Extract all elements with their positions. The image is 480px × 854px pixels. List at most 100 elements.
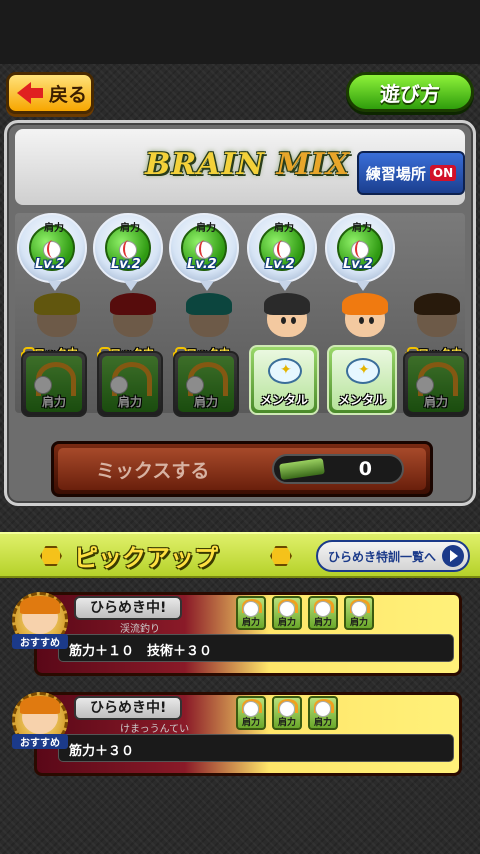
skill-card-label: 肩力: [423, 395, 448, 409]
event-skill-icon: 肩力: [272, 696, 302, 730]
character-eye: [359, 317, 364, 324]
mix-button-label: ミックスする: [96, 460, 210, 482]
event-skill-icon: 肩力: [236, 696, 266, 730]
skill-bubble-level: Lv.2: [343, 257, 373, 272]
brain-mix-logo: BRAIN MIX: [145, 147, 350, 182]
brain-mix-logo-brain: BRAIN: [145, 147, 266, 182]
practice-location-state-badge: ON: [429, 165, 457, 181]
character-hair: [186, 293, 232, 315]
skill-card-1[interactable]: 肩力: [21, 351, 87, 417]
character-hair: [110, 293, 156, 315]
event-skill-icon: 肩力: [236, 596, 266, 630]
hexagon-icon: [270, 546, 292, 566]
skill-card-5[interactable]: メンタル: [327, 345, 397, 415]
sparkle-bubble-icon: [346, 358, 380, 384]
skill-bubble-4: 肩力 Lv.2: [247, 213, 317, 291]
brain-mix-panel: BRAIN MIX 練習場所 ON 肩力 Lv.2 肩力 Lv.2 肩力 Lv.…: [4, 120, 476, 506]
mix-item-count: 0: [358, 458, 372, 480]
skill-bubble-3: 肩力 Lv.2: [169, 213, 239, 291]
pickup-event-1[interactable]: ひらめき中! 渓流釣り 肩力 肩力 肩力 肩力 筋力＋１０ 技術＋３０ おすすめ: [10, 592, 462, 682]
skill-bubble-level: Lv.2: [35, 257, 65, 272]
skill-card-label: メンタル: [259, 393, 308, 407]
event-skill-label: 肩力: [277, 618, 296, 628]
pickup-event-2[interactable]: ひらめき中! けまっうんてい 肩力 肩力 肩力 筋力＋３０ おすすめ: [10, 692, 462, 782]
character-avatar: [20, 696, 60, 734]
skill-card-face: メンタル: [332, 350, 392, 410]
skill-bubble-2: 肩力 Lv.2: [93, 213, 163, 291]
mix-item-counter: 0: [272, 454, 404, 484]
skill-bubble-name: 肩力: [120, 223, 140, 234]
recommended-label: おすすめ: [12, 734, 68, 749]
character-portrait-2: [105, 293, 161, 343]
inspiration-badge: ひらめき中!: [74, 596, 183, 620]
skill-bubble-name: 肩力: [274, 223, 294, 234]
recommended-label: おすすめ: [12, 634, 68, 649]
skill-card-face: 肩力: [408, 356, 464, 412]
back-button[interactable]: 戻る: [6, 72, 94, 114]
skill-card-6[interactable]: 肩力: [403, 351, 469, 417]
practice-location-toggle[interactable]: 練習場所 ON: [357, 151, 465, 195]
hexagon-icon: [40, 546, 62, 566]
character-portrait-1: [29, 293, 85, 343]
character-hair: [34, 293, 80, 315]
character-eye: [369, 317, 374, 324]
baseball-icon: [416, 376, 434, 394]
battery-item-icon: [279, 458, 325, 480]
event-skill-icon: 肩力: [272, 596, 302, 630]
training-list-label: ひらめき特訓一覧へ: [328, 549, 437, 564]
brain-mix-logo-mix: MIX: [276, 147, 351, 182]
character-portrait-6: [409, 293, 465, 343]
skill-bubble-name: 肩力: [352, 223, 372, 234]
arrow-right-icon: [442, 545, 464, 567]
recommended-medal: おすすめ: [10, 690, 70, 764]
character-eye: [281, 317, 286, 324]
training-list-button[interactable]: ひらめき特訓一覧へ: [316, 540, 470, 572]
skill-bubble-level: Lv.2: [187, 257, 217, 272]
skill-bubble-name: 肩力: [196, 223, 216, 234]
skill-card-label: 肩力: [41, 395, 66, 409]
practice-location-label: 練習場所: [365, 164, 426, 183]
event-skill-label: 肩力: [349, 618, 368, 628]
event-skill-icon: 肩力: [308, 596, 338, 630]
skill-card-4[interactable]: メンタル: [249, 345, 319, 415]
skill-bubble-name: 肩力: [44, 223, 64, 234]
skill-card-3[interactable]: 肩力: [173, 351, 239, 417]
baseball-icon: [186, 376, 204, 394]
event-skill-icon: 肩力: [344, 596, 374, 630]
character-hair: [342, 293, 388, 315]
pickup-bar: ピックアップ ひらめき特訓一覧へ: [0, 532, 480, 578]
skill-card-2[interactable]: 肩力: [97, 351, 163, 417]
mix-button[interactable]: ミックスする 0: [51, 441, 433, 497]
back-button-label: 戻る: [49, 83, 88, 106]
skill-card-face: 肩力: [26, 356, 82, 412]
skill-bubble-level: Lv.2: [111, 257, 141, 272]
skill-card-label: 肩力: [117, 395, 142, 409]
event-bonus-bar: 筋力＋１０ 技術＋３０: [58, 634, 454, 662]
inspiration-badge: ひらめき中!: [74, 696, 183, 720]
event-skill-label: 肩力: [241, 618, 260, 628]
skill-bubble-5: 肩力 Lv.2: [325, 213, 395, 291]
how-to-play-label: 遊び方: [380, 81, 440, 106]
character-portrait-3: [181, 293, 237, 343]
event-skill-label: 肩力: [313, 618, 332, 628]
skill-card-label: 肩力: [193, 395, 218, 409]
mix-button-inner: ミックスする 0: [58, 448, 426, 490]
skill-card-face: 肩力: [178, 356, 234, 412]
event-bonus-text: 筋力＋１０ 技術＋３０: [69, 644, 213, 659]
how-to-play-button[interactable]: 遊び方: [346, 72, 474, 112]
event-subtitle: けまっうんてい: [120, 724, 190, 735]
character-portrait-5: [337, 293, 393, 343]
event-bonus-bar: 筋力＋３０: [58, 734, 454, 762]
skill-bubble-level: Lv.2: [265, 257, 295, 272]
character-avatar: [20, 596, 60, 634]
pickup-title: ピックアップ: [74, 544, 218, 572]
back-arrow-icon: [17, 82, 45, 104]
skill-card-label: メンタル: [337, 393, 386, 407]
event-bonus-text: 筋力＋３０: [69, 744, 135, 759]
status-bar-area: [0, 0, 480, 64]
event-skill-label: 肩力: [241, 718, 260, 728]
event-skill-icon: 肩力: [308, 696, 338, 730]
baseball-icon: [110, 376, 128, 394]
event-skill-label: 肩力: [277, 718, 296, 728]
baseball-icon: [34, 376, 52, 394]
